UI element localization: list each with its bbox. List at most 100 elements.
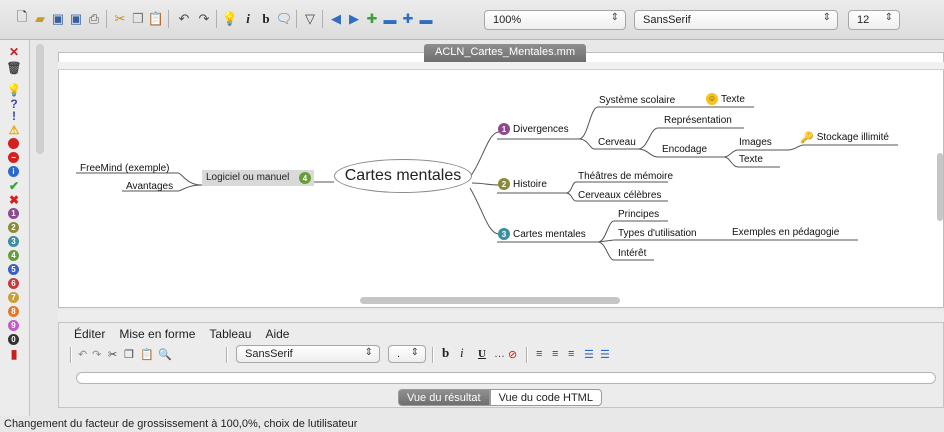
more-icon[interactable]: … bbox=[494, 348, 505, 360]
underline-icon[interactable]: U bbox=[478, 348, 486, 360]
align-left-icon[interactable]: ≡ bbox=[536, 348, 542, 360]
node-types[interactable]: Types d'utilisation bbox=[618, 228, 697, 239]
priority-3-icon[interactable]: 3 bbox=[8, 236, 19, 247]
save-icon[interactable]: ▣ bbox=[50, 10, 66, 28]
open-folder-icon[interactable]: ▰ bbox=[32, 10, 48, 28]
italic-icon[interactable]: i bbox=[240, 10, 256, 28]
priority-2-icon[interactable]: 2 bbox=[8, 222, 19, 233]
trash-icon[interactable]: 🗑 bbox=[6, 61, 22, 75]
remove-last-icon[interactable]: ✕ bbox=[6, 45, 22, 59]
arrow-left-icon[interactable]: ◀ bbox=[328, 10, 344, 28]
redo-icon[interactable]: ↷ bbox=[196, 10, 212, 28]
info-icon[interactable]: i bbox=[8, 166, 19, 177]
lightbulb-icon[interactable]: 💡 bbox=[222, 10, 238, 28]
root-node[interactable]: Cartes mentales bbox=[334, 159, 472, 193]
menu-mise-en-forme[interactable]: Mise en forme bbox=[119, 327, 195, 341]
map-file-tab[interactable]: ACLN_Cartes_Mentales.mm bbox=[424, 44, 586, 62]
node-texte-1[interactable]: ☺ Texte bbox=[706, 93, 745, 105]
priority-4-icon[interactable]: 4 bbox=[8, 250, 19, 261]
align-right-icon[interactable]: ≡ bbox=[568, 348, 574, 360]
note-edit-area[interactable] bbox=[76, 372, 936, 384]
priority-9-icon[interactable]: 9 bbox=[8, 320, 19, 331]
menu-tableau[interactable]: Tableau bbox=[209, 327, 251, 341]
node-principes[interactable]: Principes bbox=[618, 209, 659, 220]
smiley-icon: ☺ bbox=[706, 93, 718, 105]
copy-icon[interactable]: ❐ bbox=[124, 348, 134, 361]
italic-icon[interactable]: i bbox=[460, 345, 464, 361]
lightbulb-icon[interactable]: 💡 bbox=[6, 83, 22, 97]
checkmark-icon[interactable]: ✔ bbox=[6, 179, 22, 193]
zoom-out-icon[interactable]: ▬ bbox=[418, 10, 434, 28]
node-encodage[interactable]: Encodage bbox=[662, 144, 707, 155]
node-logiciel[interactable]: Logiciel ou manuel 4 bbox=[202, 170, 314, 186]
node-histoire[interactable]: 2 Histoire bbox=[498, 178, 547, 190]
priority-6-icon[interactable]: 6 bbox=[8, 278, 19, 289]
node-texte-2[interactable]: Texte bbox=[739, 154, 763, 165]
split-divider[interactable] bbox=[58, 310, 944, 322]
node-divergences[interactable]: 1 Divergences bbox=[498, 123, 569, 135]
node-representation[interactable]: Représentation bbox=[664, 115, 732, 126]
node-cartes-mentales[interactable]: 3 Cartes mentales bbox=[498, 228, 586, 240]
font-size-select[interactable]: 12 ⇕ bbox=[848, 10, 900, 30]
no-entry-icon[interactable]: − bbox=[8, 152, 19, 163]
cut-icon[interactable]: ✂ bbox=[108, 348, 117, 361]
editor-font-select[interactable]: SansSerif ⇕ bbox=[236, 345, 380, 363]
editor-size-select[interactable]: . ⇕ bbox=[388, 345, 426, 363]
font-select[interactable]: SansSerif ⇕ bbox=[634, 10, 838, 30]
exclamation-icon[interactable]: ! bbox=[6, 109, 22, 123]
tab-result-view[interactable]: Vue du résultat bbox=[398, 389, 490, 406]
node-systeme-scolaire[interactable]: Système scolaire bbox=[599, 95, 675, 106]
node-interet[interactable]: Intérêt bbox=[618, 248, 646, 259]
node-cerveau[interactable]: Cerveau bbox=[598, 137, 636, 148]
zoom-in-icon[interactable]: ✚ bbox=[400, 10, 416, 28]
find-icon[interactable]: 🔍 bbox=[158, 348, 172, 361]
icon-sidebar: ✕ 🗑 💡 ? ! ⚠ − i ✔ ✖ 1 2 3 4 5 6 7 8 9 0 … bbox=[0, 40, 30, 416]
menu-editer[interactable]: Éditer bbox=[74, 327, 105, 341]
speech-bubble-icon[interactable]: 🗨 bbox=[276, 10, 293, 28]
edge-div-systeme bbox=[578, 106, 599, 140]
menu-aide[interactable]: Aide bbox=[265, 327, 289, 341]
priority-8-icon[interactable]: 8 bbox=[8, 306, 19, 317]
node-avantages[interactable]: Avantages bbox=[126, 181, 173, 192]
warning-icon[interactable]: ⚠ bbox=[6, 123, 22, 137]
add-node-icon[interactable]: ✚ bbox=[364, 10, 380, 28]
stop-icon[interactable] bbox=[8, 138, 19, 149]
numbered-list-icon[interactable]: ☰ bbox=[600, 348, 610, 361]
priority-0-icon[interactable]: 0 bbox=[8, 334, 19, 345]
copy-icon[interactable]: ❐ bbox=[130, 10, 146, 28]
edge-cerveau-encodage bbox=[637, 148, 659, 158]
priority-5-icon[interactable]: 5 bbox=[8, 264, 19, 275]
paste-icon[interactable]: 📋 bbox=[140, 348, 154, 361]
redo-icon[interactable]: ↷ bbox=[92, 348, 101, 361]
minus-icon[interactable]: ▬ bbox=[382, 10, 398, 28]
bold-icon[interactable]: b bbox=[442, 345, 449, 361]
node-stockage[interactable]: 🔑 Stockage illimité bbox=[800, 131, 889, 144]
align-center-icon[interactable]: ≡ bbox=[552, 348, 558, 360]
map-vertical-scrollbar[interactable] bbox=[937, 153, 943, 221]
priority-1-icon[interactable]: 1 bbox=[8, 208, 19, 219]
filter-icon[interactable]: ▽ bbox=[302, 10, 318, 28]
bold-icon[interactable]: b bbox=[258, 10, 274, 28]
node-freemind[interactable]: FreeMind (exemple) bbox=[80, 163, 169, 174]
undo-icon[interactable]: ↶ bbox=[176, 10, 192, 28]
clear-format-icon[interactable]: ⊘ bbox=[508, 348, 517, 361]
map-horizontal-scrollbar[interactable] bbox=[360, 297, 620, 304]
save-as-icon[interactable]: ▣ bbox=[68, 10, 84, 28]
tab-html-view[interactable]: Vue du code HTML bbox=[489, 389, 602, 406]
node-exemples[interactable]: Exemples en pédagogie bbox=[732, 227, 839, 238]
cross-icon[interactable]: ✖ bbox=[6, 193, 22, 207]
node-theatres[interactable]: Théâtres de mémoire bbox=[578, 171, 673, 182]
sidebar-scrollbar[interactable] bbox=[36, 44, 44, 154]
undo-icon[interactable]: ↶ bbox=[78, 348, 87, 361]
new-file-icon[interactable]: 🗋 bbox=[14, 9, 30, 28]
bullet-list-icon[interactable]: ☰ bbox=[584, 348, 594, 361]
print-icon[interactable]: ⎙ bbox=[86, 10, 102, 28]
node-cerveaux[interactable]: Cerveaux célèbres bbox=[578, 190, 661, 201]
cut-icon[interactable]: ✂ bbox=[112, 10, 128, 28]
arrow-right-icon[interactable]: ▶ bbox=[346, 10, 362, 28]
flag-icon[interactable]: ▮ bbox=[6, 347, 22, 361]
priority-7-icon[interactable]: 7 bbox=[8, 292, 19, 303]
node-images[interactable]: Images bbox=[739, 137, 772, 148]
paste-icon[interactable]: 📋 bbox=[148, 10, 164, 28]
zoom-select[interactable]: 100% ⇕ bbox=[484, 10, 626, 30]
